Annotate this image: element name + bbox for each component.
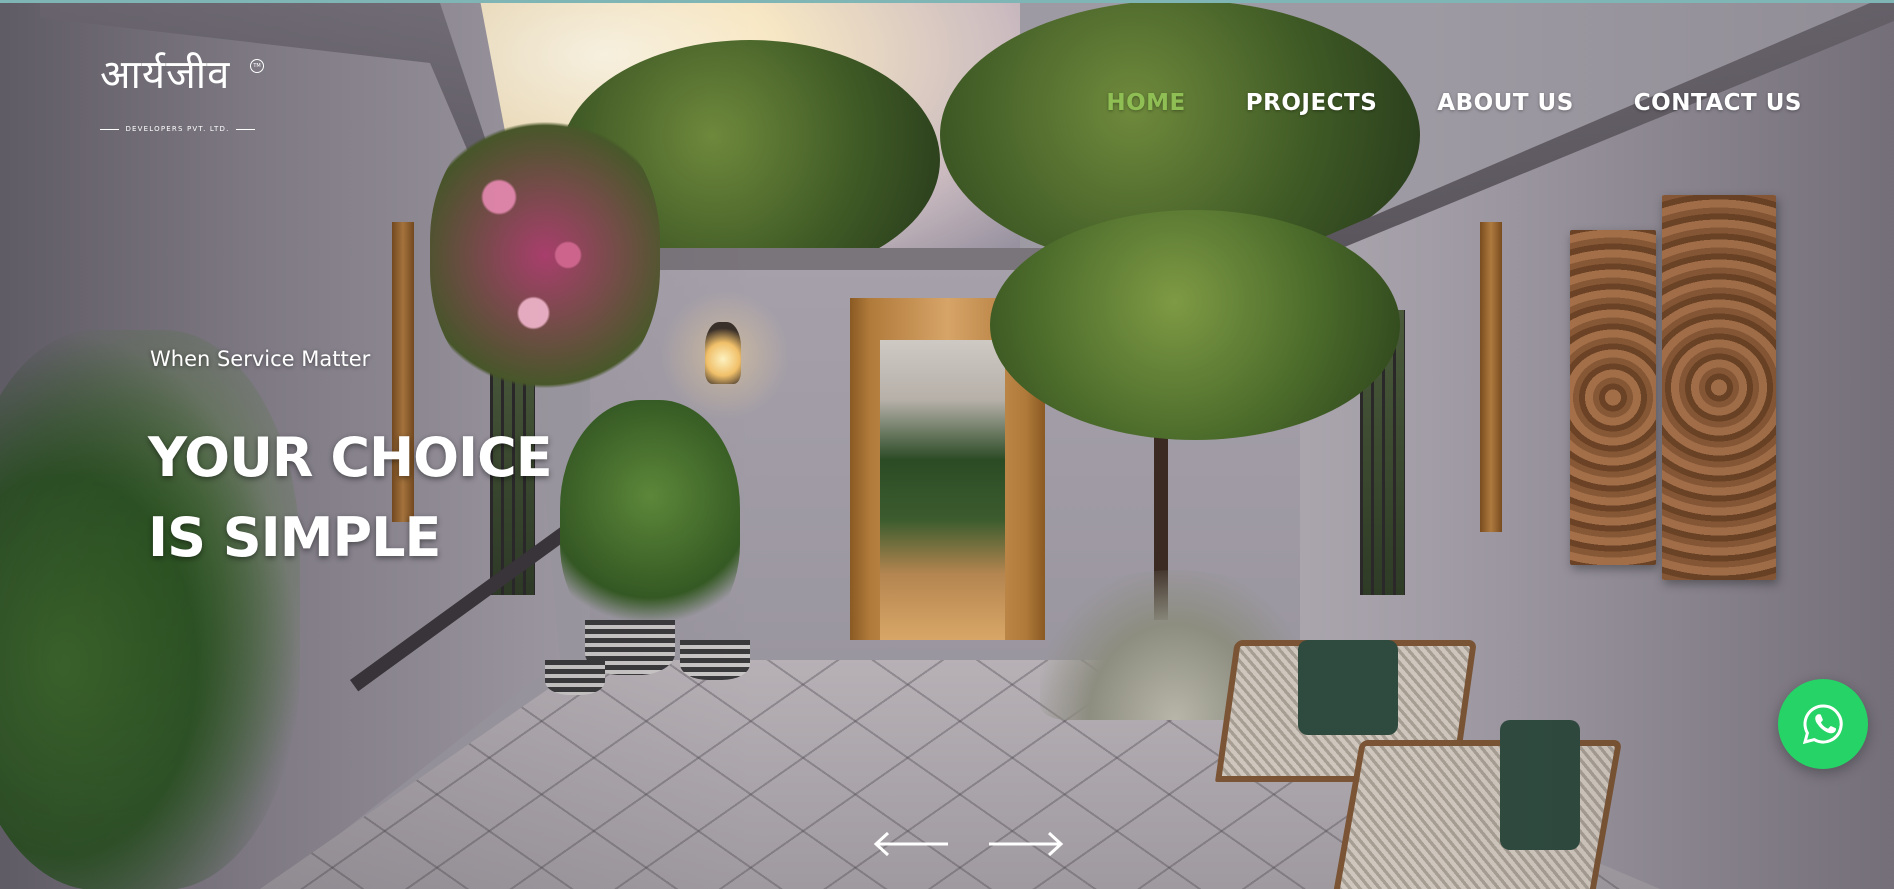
wall-lamp	[705, 322, 741, 384]
main-nav: HOME PROJECTS ABOUT US CONTACT US	[1106, 90, 1802, 116]
tagline-rule	[100, 128, 120, 130]
nav-projects[interactable]: PROJECTS	[1246, 90, 1378, 116]
planter-pot	[680, 640, 750, 680]
slider-next-button[interactable]	[987, 829, 1065, 859]
logo-wordmark: आर्यजीव	[100, 52, 231, 98]
cushion	[1500, 720, 1580, 850]
planter-pot	[545, 660, 605, 695]
hero-title-line-2: IS SIMPLE	[148, 506, 441, 569]
slider-prev-button[interactable]	[872, 829, 950, 859]
wall-art-panel	[1570, 230, 1656, 565]
arrow-left-icon	[873, 831, 948, 857]
tagline-rule	[235, 128, 255, 130]
nav-contact-us[interactable]: CONTACT US	[1634, 90, 1802, 116]
hero-slider: आर्यजीव TM DEVELOPERS PVT. LTD. HOME PRO…	[0, 0, 1894, 889]
trademark-badge: TM	[250, 59, 264, 73]
whatsapp-button[interactable]	[1778, 679, 1868, 769]
doorway-view	[880, 340, 1005, 640]
bougainvillea	[430, 110, 660, 400]
logo-tagline-row: DEVELOPERS PVT. LTD.	[100, 125, 255, 133]
right-window	[1480, 222, 1502, 532]
hero-title: YOUR CHOICE IS SIMPLE	[148, 418, 628, 578]
wall-art-panel	[1662, 195, 1776, 580]
palm-plant	[0, 330, 300, 889]
hero-title-line-1: YOUR CHOICE	[148, 426, 553, 489]
whatsapp-icon	[1802, 704, 1843, 745]
courtyard-tree	[990, 210, 1400, 440]
logo-tagline: DEVELOPERS PVT. LTD.	[125, 125, 230, 133]
cushion	[1298, 640, 1398, 735]
top-border	[0, 0, 1894, 3]
brand-logo[interactable]: आर्यजीव TM DEVELOPERS PVT. LTD.	[100, 55, 270, 141]
nav-home[interactable]: HOME	[1106, 90, 1185, 116]
hero-kicker: When Service Matter	[150, 347, 371, 371]
nav-about-us[interactable]: ABOUT US	[1437, 90, 1574, 116]
arrow-right-icon	[989, 831, 1064, 857]
